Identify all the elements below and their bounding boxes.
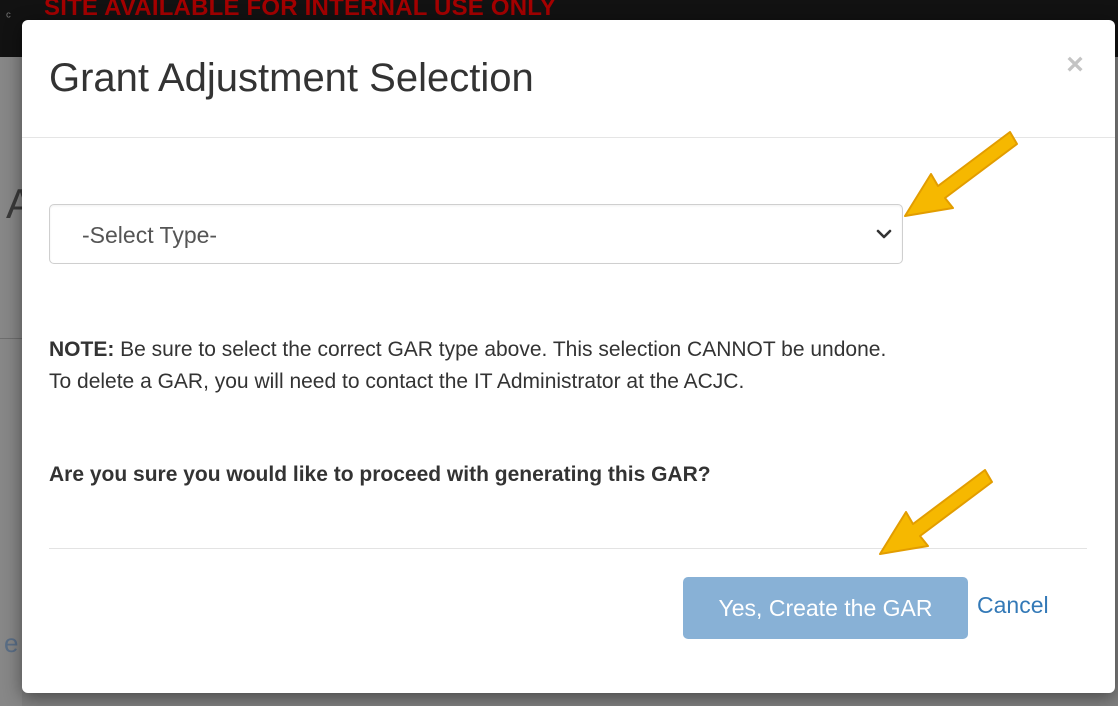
confirm-question: Are you sure you would like to proceed w…: [49, 463, 711, 486]
background-left-strip: [0, 57, 22, 706]
close-icon: ×: [1066, 48, 1084, 81]
note-text: NOTE: Be sure to select the correct GAR …: [49, 334, 1089, 398]
note-line-1: Be sure to select the correct GAR type a…: [114, 338, 887, 361]
internal-use-banner: SITE AVAILABLE FOR INTERNAL USE ONLY: [44, 0, 557, 21]
create-gar-button[interactable]: Yes, Create the GAR: [683, 577, 968, 639]
chevron-down-icon: [876, 229, 892, 239]
background-link-fragment: e: [4, 628, 19, 658]
note-line-2: To delete a GAR, you will need to contac…: [49, 370, 745, 393]
cancel-link[interactable]: Cancel: [977, 592, 1049, 619]
close-button[interactable]: ×: [1060, 50, 1090, 80]
background-divider: [0, 338, 22, 339]
arrow-annotation-icon: [904, 131, 1018, 217]
background-edge-glyph: ᶜ: [6, 8, 11, 24]
gar-type-select[interactable]: -Select Type-: [49, 204, 903, 264]
arrow-annotation-icon: [879, 469, 993, 555]
gar-type-select-value: -Select Type-: [82, 222, 218, 248]
note-label: NOTE:: [49, 338, 115, 361]
modal-title: Grant Adjustment Selection: [49, 56, 534, 100]
